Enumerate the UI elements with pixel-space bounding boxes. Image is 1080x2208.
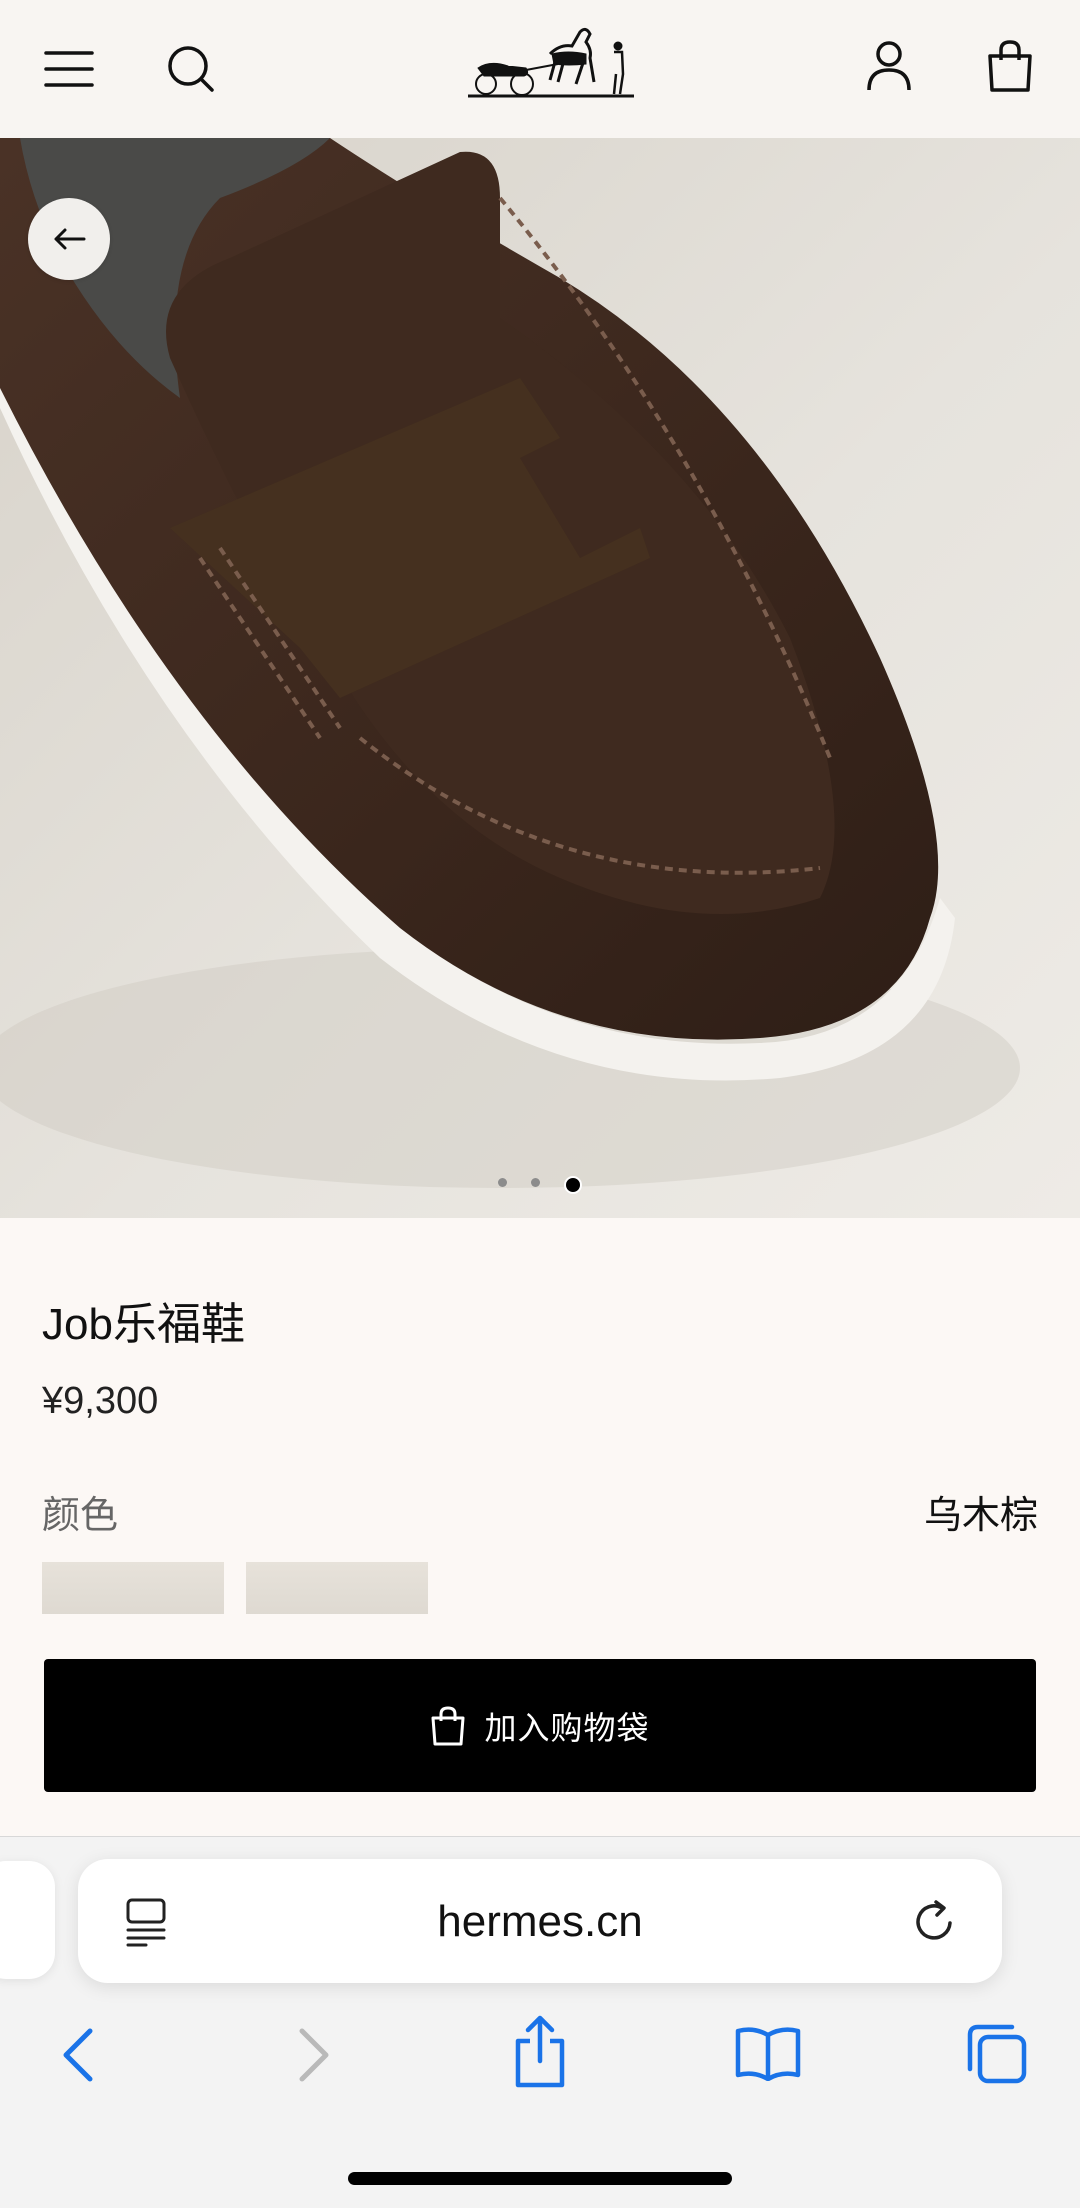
pagination-dot-active[interactable] bbox=[564, 1176, 582, 1194]
shopping-bag-icon[interactable] bbox=[986, 40, 1034, 92]
reload-icon[interactable] bbox=[912, 1899, 958, 1945]
add-to-bag-label: 加入购物袋 bbox=[484, 1709, 650, 1746]
book-icon[interactable] bbox=[734, 2025, 802, 2081]
url-text[interactable]: hermes.cn bbox=[78, 1897, 1002, 1947]
selected-color-value: 乌木棕 bbox=[923, 1495, 1038, 1537]
site-header bbox=[0, 0, 1080, 138]
home-indicator bbox=[348, 2172, 732, 2185]
gallery-back-button[interactable] bbox=[28, 198, 110, 280]
shopping-bag-icon bbox=[431, 1705, 465, 1745]
product-price: ¥9,300 bbox=[42, 1380, 159, 1422]
product-image[interactable] bbox=[0, 138, 1080, 1218]
color-swatches bbox=[42, 1562, 428, 1614]
chevron-right-icon[interactable] bbox=[296, 2027, 332, 2083]
search-icon[interactable] bbox=[166, 44, 216, 94]
chevron-left-icon[interactable] bbox=[60, 2027, 96, 2083]
previous-tab-preview[interactable] bbox=[0, 1861, 55, 1979]
hermes-carriage-logo[interactable] bbox=[468, 24, 634, 100]
pagination-dot[interactable] bbox=[498, 1178, 507, 1187]
arrow-left-icon bbox=[54, 228, 86, 250]
color-swatch[interactable] bbox=[42, 1562, 224, 1614]
share-icon[interactable] bbox=[512, 2015, 568, 2089]
hamburger-menu-icon[interactable] bbox=[44, 50, 94, 88]
gallery-pagination bbox=[0, 1176, 1080, 1194]
tabs-icon[interactable] bbox=[964, 2023, 1028, 2085]
loafer-illustration bbox=[0, 138, 1020, 1188]
pagination-dot[interactable] bbox=[531, 1178, 540, 1187]
user-icon[interactable] bbox=[866, 40, 912, 92]
color-label: 颜色 bbox=[42, 1495, 119, 1537]
product-title: Job乐福鞋 bbox=[42, 1300, 245, 1349]
add-to-bag-button[interactable]: 加入购物袋 bbox=[44, 1659, 1036, 1792]
color-swatch[interactable] bbox=[246, 1562, 428, 1614]
browser-toolbar: hermes.cn bbox=[0, 1836, 1080, 2208]
address-bar[interactable]: hermes.cn bbox=[78, 1859, 1002, 1983]
